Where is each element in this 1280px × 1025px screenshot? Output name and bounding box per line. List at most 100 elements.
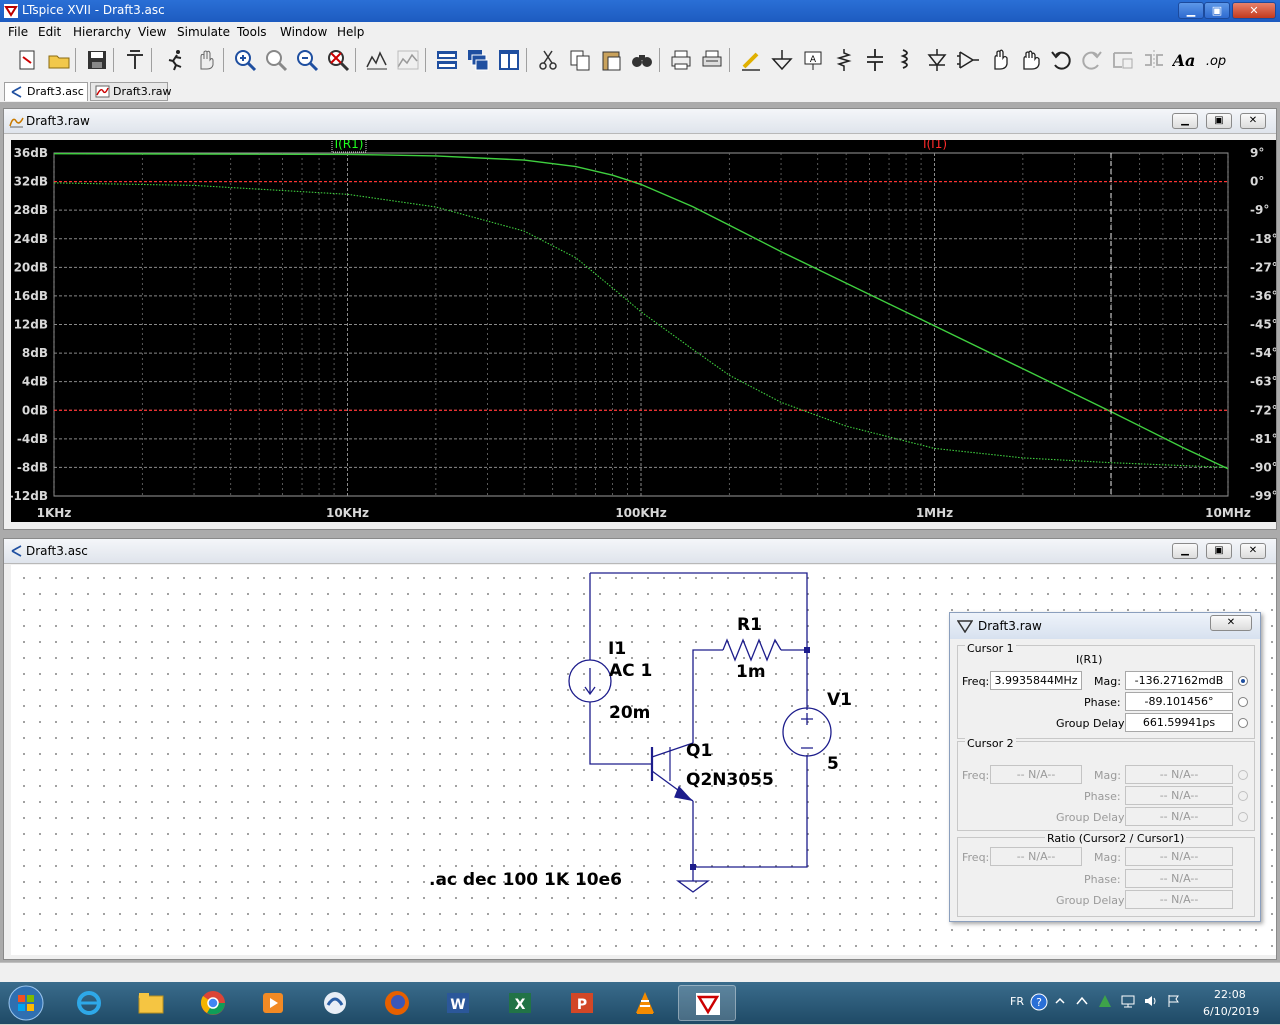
- menu-tools[interactable]: Tools: [237, 25, 267, 39]
- q1-model[interactable]: Q2N3055: [686, 770, 774, 790]
- cursor1-mag-field[interactable]: -136.27162mdB: [1125, 671, 1233, 690]
- spice-directive[interactable]: .ac dec 100 1K 10e6: [429, 870, 622, 890]
- tab-draft3-asc[interactable]: Draft3.asc: [4, 82, 88, 101]
- print-setup-button[interactable]: [699, 47, 725, 73]
- spice-directive-button[interactable]: .op: [1203, 47, 1229, 73]
- resistor-button[interactable]: [831, 47, 857, 73]
- clock-time[interactable]: 22:08: [1214, 988, 1246, 1001]
- i1-value[interactable]: AC 1: [609, 661, 652, 681]
- capacitor-button[interactable]: [862, 47, 888, 73]
- menu-view[interactable]: View: [138, 25, 166, 39]
- cursor1-freq-field[interactable]: 3.9935844MHz: [990, 671, 1082, 690]
- cascade-button[interactable]: [465, 47, 491, 73]
- flag-icon[interactable]: [1166, 993, 1182, 1009]
- draw-wire-button[interactable]: [738, 47, 764, 73]
- menu-hierarchy[interactable]: Hierarchy: [73, 25, 131, 39]
- taskbar-app[interactable]: [306, 985, 364, 1021]
- language-indicator[interactable]: FR: [1010, 995, 1024, 1008]
- tile-vertical-button[interactable]: [496, 47, 522, 73]
- cursor2-mag-field: -- N/A--: [1125, 765, 1233, 784]
- waveform-close-button[interactable]: ✕: [1240, 113, 1266, 129]
- schematic-restore-button[interactable]: ▣: [1206, 543, 1232, 559]
- taskbar-ltspice[interactable]: [678, 985, 736, 1021]
- text-button[interactable]: Aa: [1171, 47, 1198, 73]
- taskbar-powerpoint[interactable]: P: [554, 985, 612, 1021]
- redo-button[interactable]: [1079, 47, 1105, 73]
- volume-icon[interactable]: [1143, 993, 1159, 1009]
- diode-button[interactable]: [924, 47, 950, 73]
- show-hidden-icons-icon[interactable]: [1075, 994, 1089, 1008]
- action-center-icon[interactable]: [1097, 993, 1113, 1009]
- start-button[interactable]: [4, 984, 48, 1022]
- cut-button[interactable]: [535, 47, 561, 73]
- ground-button[interactable]: [769, 47, 795, 73]
- undo-button[interactable]: [1048, 47, 1074, 73]
- r1-value[interactable]: 1m: [736, 662, 766, 682]
- control-panel-button[interactable]: [122, 47, 148, 73]
- cursor1-mag-radio[interactable]: [1238, 676, 1248, 686]
- copy-button[interactable]: [567, 47, 593, 73]
- zoom-pan-button[interactable]: [263, 47, 289, 73]
- help-icon[interactable]: ?: [1030, 993, 1048, 1011]
- tab-draft3-raw[interactable]: Draft3.raw: [90, 82, 171, 101]
- open-button[interactable]: [46, 47, 72, 73]
- taskbar-firefox[interactable]: [368, 985, 426, 1021]
- save-button[interactable]: [84, 47, 110, 73]
- zoom-out-button[interactable]: [294, 47, 320, 73]
- move-button[interactable]: [986, 47, 1012, 73]
- menu-help[interactable]: Help: [337, 25, 364, 39]
- cursor1-group-delay-radio[interactable]: [1238, 718, 1248, 728]
- zoom-fit-button[interactable]: [325, 47, 351, 73]
- close-button[interactable]: ✕: [1232, 2, 1276, 19]
- taskbar-excel[interactable]: X: [492, 985, 550, 1021]
- chevron-up-icon[interactable]: [1053, 994, 1067, 1008]
- new-schematic-button[interactable]: [14, 47, 40, 73]
- component-button[interactable]: [955, 47, 981, 73]
- i1-dc-value[interactable]: 20m: [609, 703, 650, 723]
- clock-date[interactable]: 6/10/2019: [1203, 1005, 1259, 1018]
- cursor1-phase-radio[interactable]: [1238, 697, 1248, 707]
- taskbar-media-player[interactable]: [244, 985, 302, 1021]
- run-button[interactable]: [162, 47, 188, 73]
- v1-value[interactable]: 5: [827, 754, 839, 774]
- i1-name[interactable]: I1: [608, 639, 626, 659]
- taskbar-chrome[interactable]: [184, 985, 242, 1021]
- autorange-button[interactable]: [364, 47, 390, 73]
- taskbar-internet-explorer[interactable]: [60, 985, 118, 1021]
- cursor1-group-delay-field[interactable]: 661.59941ps: [1125, 713, 1233, 732]
- halt-button[interactable]: [193, 47, 219, 73]
- mirror-button[interactable]: [1141, 47, 1167, 73]
- cursor1-phase-field[interactable]: -89.101456°: [1125, 692, 1233, 711]
- r1-name[interactable]: R1: [737, 615, 762, 635]
- drag-button[interactable]: [1017, 47, 1043, 73]
- schematic-close-button[interactable]: ✕: [1240, 543, 1266, 559]
- print-button[interactable]: [668, 47, 694, 73]
- v1-name[interactable]: V1: [827, 690, 852, 710]
- inductor-button[interactable]: [893, 47, 919, 73]
- menu-edit[interactable]: Edit: [38, 25, 61, 39]
- cursor-dialog-close-button[interactable]: ✕: [1210, 615, 1252, 631]
- schematic-minimize-button[interactable]: ▁: [1172, 543, 1198, 559]
- q1-name[interactable]: Q1: [686, 741, 712, 761]
- legend-i-i1: I(I1): [923, 140, 947, 151]
- waveform-restore-button[interactable]: ▣: [1206, 113, 1232, 129]
- label-net-button[interactable]: A: [800, 47, 826, 73]
- taskbar-word[interactable]: W: [430, 985, 488, 1021]
- find-button[interactable]: [629, 47, 655, 73]
- maximize-button[interactable]: ▣: [1204, 2, 1230, 19]
- paste-button[interactable]: [598, 47, 624, 73]
- network-icon[interactable]: [1120, 993, 1136, 1009]
- zoom-in-button[interactable]: [232, 47, 258, 73]
- bode-chart[interactable]: 1KHz 10KHz 100KHz 1MHz 10MHz 36dB 32dB 28dB 24dB…: [9, 135, 1278, 522]
- menu-window[interactable]: Window: [280, 25, 327, 39]
- waveform-minimize-button[interactable]: ▁: [1172, 113, 1198, 129]
- fft-button[interactable]: [395, 47, 421, 73]
- rotate-button[interactable]: [1110, 47, 1136, 73]
- tile-horizontal-button[interactable]: [434, 47, 460, 73]
- taskbar-file-explorer[interactable]: [122, 985, 180, 1021]
- menu-simulate[interactable]: Simulate: [177, 25, 230, 39]
- menu-file[interactable]: File: [8, 25, 28, 39]
- minimize-button[interactable]: ▁: [1178, 2, 1204, 19]
- taskbar-vlc[interactable]: [616, 985, 674, 1021]
- waveform-plot[interactable]: 1KHz 10KHz 100KHz 1MHz 10MHz 36dB 32dB 28dB 24dB…: [9, 135, 1278, 522]
